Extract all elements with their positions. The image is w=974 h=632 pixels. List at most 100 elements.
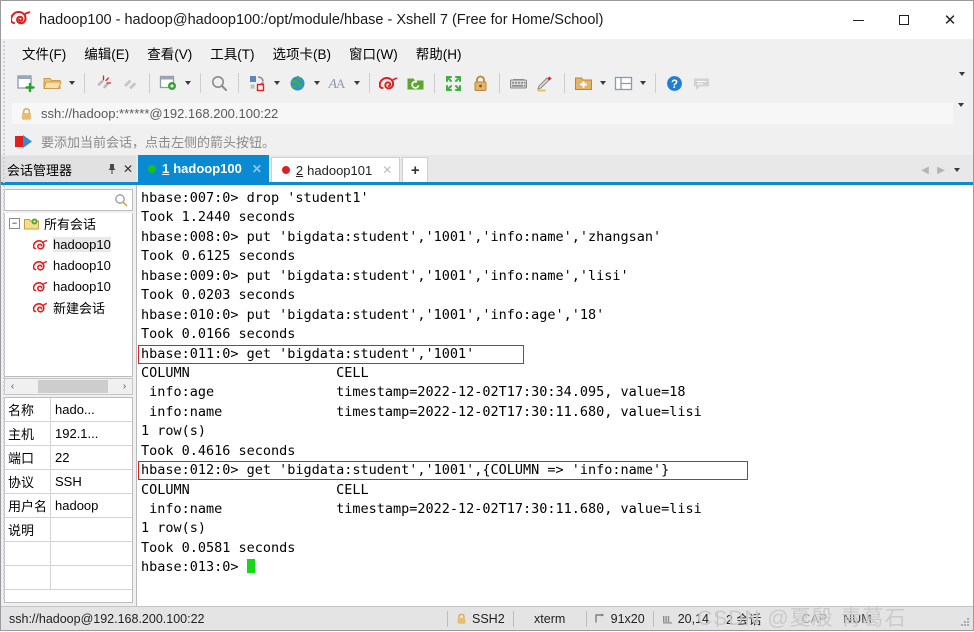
table-row <box>5 566 132 590</box>
resize-grip[interactable] <box>960 617 970 627</box>
session-search-box[interactable] <box>4 189 133 211</box>
chevron-down-icon[interactable] <box>637 70 648 96</box>
property-key: 端口 <box>5 446 51 469</box>
toolbar-overflow-button[interactable] <box>959 72 965 90</box>
svg-text:?: ? <box>670 79 677 91</box>
new-tab-button[interactable]: + <box>402 157 429 182</box>
property-key: 用户名 <box>5 494 51 517</box>
session-search-input[interactable] <box>9 192 114 208</box>
snail-icon <box>33 238 48 251</box>
comment-icon[interactable] <box>688 70 714 96</box>
table-row: 端口 22 <box>5 446 132 470</box>
close-button[interactable]: ✕ <box>927 2 973 39</box>
status-sessions: 2 会话 <box>726 613 762 627</box>
fullscreen-icon[interactable] <box>440 70 466 96</box>
pin-icon[interactable] <box>104 159 120 179</box>
xftp-icon[interactable] <box>402 70 428 96</box>
disconnect-icon[interactable] <box>117 70 143 96</box>
menu-file[interactable]: 文件(F) <box>13 40 75 66</box>
scroll-thumb[interactable] <box>38 380 108 393</box>
reconnect-icon[interactable] <box>90 70 116 96</box>
scroll-left-icon[interactable]: ‹ <box>5 379 20 394</box>
session-url-text: ssh://hadoop:******@192.168.200.100:22 <box>41 106 279 121</box>
tab-hadoop100[interactable]: 1 hadoop100 ✕ <box>138 155 269 182</box>
menu-tab[interactable]: 选项卡(B) <box>264 40 341 66</box>
session-tree-hscrollbar[interactable]: ‹ › <box>4 378 133 395</box>
transfer-file-icon[interactable] <box>244 70 270 96</box>
tree-item-hadoop102[interactable]: hadoop10 <box>5 276 132 297</box>
open-folder-icon[interactable] <box>39 70 65 96</box>
snail-icon <box>33 259 48 272</box>
property-key <box>5 542 51 565</box>
maximize-button[interactable] <box>881 2 927 39</box>
tab-label: hadoop100 <box>173 161 242 176</box>
address-dropdown-button[interactable] <box>958 102 964 121</box>
snail-icon <box>33 301 48 314</box>
terminal-panel[interactable]: hbase:007:0> drop 'student1' Took 1.2440 … <box>137 185 973 606</box>
close-panel-icon[interactable]: ✕ <box>120 159 136 179</box>
tree-expander-icon[interactable]: − <box>9 218 20 229</box>
table-row: 说明 <box>5 518 132 542</box>
menu-edit[interactable]: 编辑(E) <box>75 40 138 66</box>
xshell-window: hadoop100 - hadoop@hadoop100:/opt/module… <box>0 0 974 631</box>
tree-item-hadoop101[interactable]: hadoop10 <box>5 255 132 276</box>
cursor-icon <box>662 613 673 624</box>
lock-icon[interactable] <box>467 70 493 96</box>
property-key: 说明 <box>5 518 51 541</box>
scroll-right-icon[interactable]: › <box>117 379 132 394</box>
chevron-down-icon[interactable] <box>311 70 322 96</box>
tree-item-hadoop100[interactable]: hadoop10 <box>5 234 132 255</box>
new-session-icon[interactable] <box>12 70 38 96</box>
find-icon[interactable] <box>206 70 232 96</box>
terminal-line: info:age timestamp=2022-12-02T17:30:34.0… <box>141 384 686 401</box>
terminal-line: hbase:010:0> put 'bigdata:student','1001… <box>141 306 605 323</box>
tab-number: 1 <box>162 161 170 176</box>
tree-item-new-session[interactable]: 新建会话 <box>5 297 132 318</box>
status-size: 91x20 <box>610 611 645 626</box>
keyboard-icon[interactable] <box>505 70 531 96</box>
tab-label: hadoop101 <box>307 162 373 178</box>
toolbar-separator <box>564 73 565 93</box>
session-tree[interactable]: − 所有会话 hadoop10 hadoop10 hadoop10 新建会话 <box>4 213 133 377</box>
terminal-output[interactable]: hbase:007:0> drop 'student1' Took 1.2440 … <box>137 185 973 606</box>
session-properties-table: 名称 hado... 主机 192.1... 端口 22 协议 SSH 用户名 <box>4 397 133 603</box>
minimize-button[interactable] <box>835 2 881 39</box>
tab-next-icon[interactable]: ▶ <box>933 160 949 180</box>
snail-icon <box>9 10 31 30</box>
search-icon[interactable] <box>114 193 128 207</box>
menu-tools[interactable]: 工具(T) <box>201 40 263 66</box>
terminal-line: Took 0.4616 seconds <box>141 442 296 459</box>
globe-icon[interactable] <box>284 70 310 96</box>
table-row: 名称 hado... <box>5 398 132 422</box>
terminal-line: Took 0.0166 seconds <box>141 326 296 343</box>
session-properties-icon[interactable] <box>155 70 181 96</box>
chevron-down-icon[interactable] <box>597 70 608 96</box>
toolbar-separator <box>200 73 201 93</box>
tab-prev-icon[interactable]: ◀ <box>917 160 933 180</box>
terminal-line: COLUMN CELL <box>141 364 369 381</box>
tab-hadoop101[interactable]: 2 hadoop101 ✕ <box>270 157 401 182</box>
chevron-down-icon[interactable] <box>66 70 77 96</box>
xshell-icon[interactable] <box>375 70 401 96</box>
menu-window[interactable]: 窗口(W) <box>340 40 407 66</box>
help-icon[interactable]: ? <box>661 70 687 96</box>
title-bar: hadoop100 - hadoop@hadoop100:/opt/module… <box>1 1 973 39</box>
font-icon[interactable]: A A <box>324 70 350 96</box>
chevron-down-icon[interactable] <box>351 70 362 96</box>
menu-help[interactable]: 帮助(H) <box>407 40 471 66</box>
session-url-field[interactable]: ssh://hadoop:******@192.168.200.100:22 <box>12 103 953 124</box>
terminal-line: Took 1.2440 seconds <box>141 209 296 226</box>
layout-icon[interactable] <box>610 70 636 96</box>
window-title: hadoop100 - hadoop@hadoop100:/opt/module… <box>39 12 604 28</box>
chevron-down-icon[interactable] <box>271 70 282 96</box>
tab-close-icon[interactable]: ✕ <box>252 162 262 176</box>
tree-root-all-sessions[interactable]: − 所有会话 <box>5 213 132 234</box>
tab-close-icon[interactable]: ✕ <box>382 163 392 177</box>
tab-list-icon[interactable] <box>949 160 965 180</box>
scroll-track[interactable] <box>20 379 117 394</box>
toolbar-separator <box>434 73 435 93</box>
add-folder-icon[interactable] <box>570 70 596 96</box>
chevron-down-icon[interactable] <box>182 70 193 96</box>
menu-view[interactable]: 查看(V) <box>138 40 201 66</box>
highlight-icon[interactable] <box>532 70 558 96</box>
